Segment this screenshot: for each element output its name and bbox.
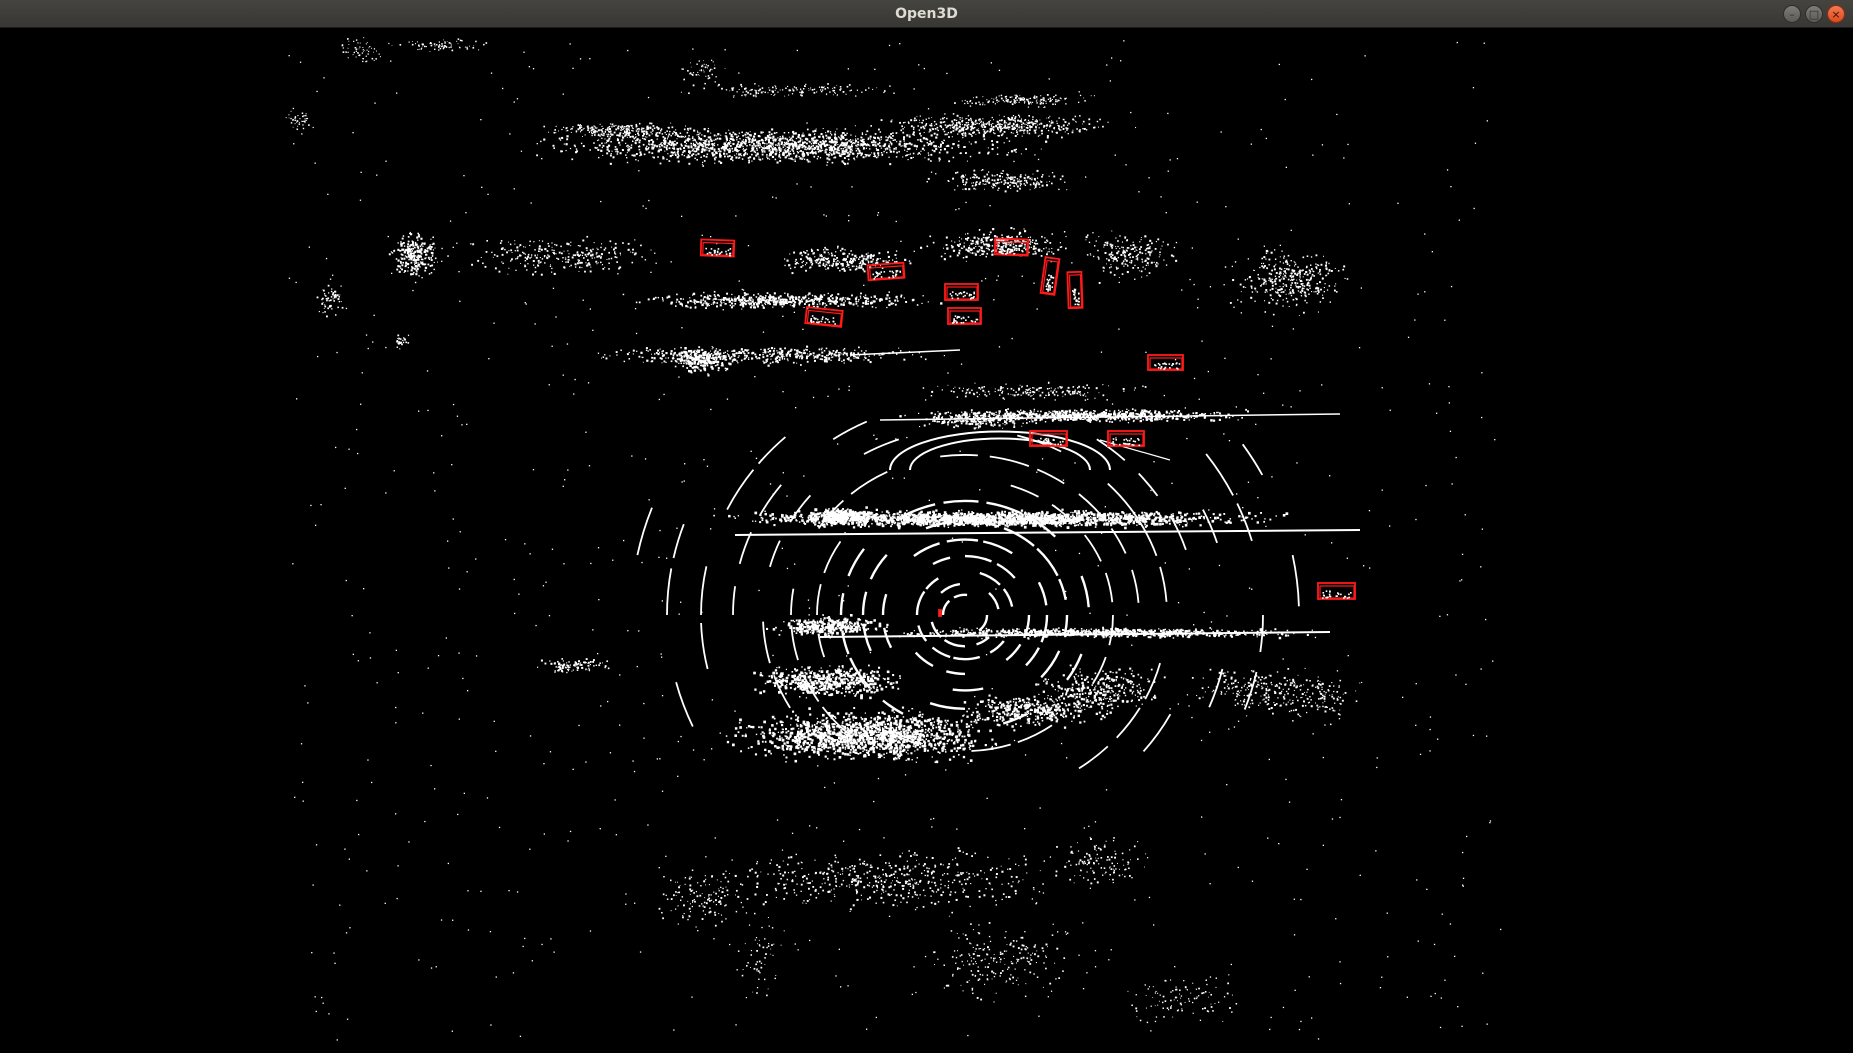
minimize-icon: – xyxy=(1789,7,1795,21)
window-title: Open3D xyxy=(895,6,958,22)
bounding-box xyxy=(804,306,844,328)
bounding-box xyxy=(944,283,979,301)
bounding-box xyxy=(1147,354,1184,371)
bounding-box xyxy=(1039,256,1061,296)
bounding-boxes xyxy=(699,237,1356,617)
bounding-box xyxy=(866,261,906,282)
point-cloud-scene[interactable] xyxy=(0,28,1853,1053)
minimize-button[interactable]: – xyxy=(1783,5,1801,23)
maximize-icon: □ xyxy=(1808,7,1820,21)
title-bar[interactable]: Open3D – □ × xyxy=(0,0,1853,28)
close-button[interactable]: × xyxy=(1827,5,1845,23)
close-icon: × xyxy=(1831,7,1841,21)
window-controls: – □ × xyxy=(1783,5,1845,23)
sensor-origin-marker xyxy=(938,609,942,617)
point-cloud xyxy=(285,37,1502,1041)
open3d-window: Open3D – □ × xyxy=(0,0,1853,1053)
bounding-box xyxy=(1317,582,1356,600)
bounding-box xyxy=(1066,270,1084,310)
3d-viewport[interactable] xyxy=(0,28,1853,1053)
bounding-box xyxy=(699,238,736,258)
lidar-rings xyxy=(636,349,1361,770)
maximize-button[interactable]: □ xyxy=(1805,5,1823,23)
bounding-box xyxy=(947,307,982,325)
